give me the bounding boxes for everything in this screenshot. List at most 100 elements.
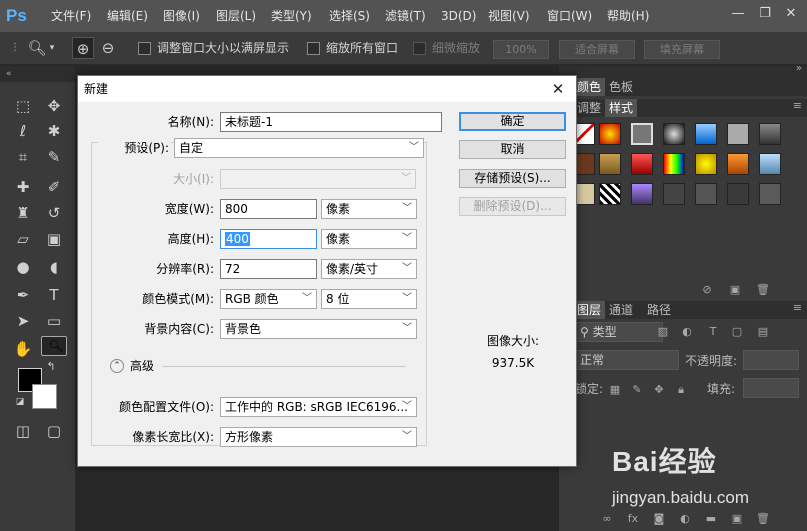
lasso-icon[interactable]: ℓ (10, 118, 36, 144)
rectangle-shape-icon[interactable]: ▭ (41, 308, 67, 334)
tab-swatches[interactable]: 色板 (605, 78, 637, 96)
lock-image-icon[interactable]: ✎ (629, 382, 645, 398)
fill-screen-button[interactable]: 填充屏幕 (644, 40, 720, 59)
dodge-icon[interactable]: ◖ (41, 254, 67, 280)
width-input[interactable]: 800 (220, 199, 317, 219)
style-swatch[interactable] (695, 123, 717, 145)
screen-mode-icon[interactable]: ▢ (41, 418, 67, 444)
filter-shape-icon[interactable]: ▢ (729, 324, 745, 340)
gradient-icon[interactable]: ▣ (41, 226, 67, 252)
new-style-icon[interactable]: ▣ (727, 282, 743, 298)
menu-edit[interactable]: 编辑(E) (107, 0, 148, 32)
path-selection-icon[interactable]: ➤ (10, 308, 36, 334)
size-select[interactable]: ﹀ (220, 169, 416, 189)
style-swatch[interactable] (663, 153, 685, 175)
zoom-tool-preset-icon[interactable]: 🔍︎ (26, 37, 48, 59)
chevron-down-icon[interactable]: ▾ (46, 37, 58, 59)
filter-pixel-icon[interactable]: ▨ (655, 324, 671, 340)
height-unit-select[interactable]: 像素 ﹀ (321, 229, 417, 249)
zoom-out-icon[interactable]: ⊖ (97, 37, 119, 59)
tab-styles[interactable]: 样式 (605, 99, 638, 117)
tab-color[interactable]: 颜色 (573, 78, 606, 96)
style-swatch[interactable] (599, 123, 621, 145)
tab-layers[interactable]: 图层 (573, 301, 606, 319)
zoom-in-icon[interactable]: ⊕ (72, 37, 94, 59)
crop-icon[interactable]: ⌗ (10, 144, 36, 170)
menu-window[interactable]: 窗口(W) (547, 0, 592, 32)
restore-icon[interactable]: ❐ (755, 4, 775, 24)
marquee-icon[interactable]: ⬚ (10, 93, 36, 119)
zoom-all-checkbox[interactable] (307, 42, 320, 55)
style-swatch[interactable] (695, 183, 717, 205)
blend-mode-select[interactable]: 正常 (575, 350, 679, 370)
lock-all-icon[interactable]: 🔒︎ (673, 382, 689, 398)
history-brush-icon[interactable]: ↺ (41, 200, 67, 226)
tab-channels[interactable]: 通道 (605, 301, 637, 319)
layer-filter-select[interactable]: ⚲ 类型 (575, 322, 663, 342)
bit-depth-select[interactable]: 8 位 ﹀ (321, 289, 417, 309)
save-preset-button[interactable]: 存储预设(S)... (459, 169, 566, 188)
style-swatch[interactable] (631, 153, 653, 175)
menu-image[interactable]: 图像(I) (163, 0, 200, 32)
fit-window-checkbox[interactable] (138, 42, 151, 55)
color-mode-select[interactable]: RGB 颜色 ﹀ (220, 289, 317, 309)
panel-menu-icon[interactable]: ≡ (793, 99, 802, 112)
fill-input[interactable] (743, 378, 799, 398)
hand-icon[interactable]: ✋ (10, 336, 36, 362)
minimize-icon[interactable]: — (728, 4, 748, 24)
pen-icon[interactable]: ✒ (10, 282, 36, 308)
preset-select[interactable]: 自定 ﹀ (174, 138, 424, 158)
clear-style-icon[interactable]: ⊘ (699, 282, 715, 298)
stamp-icon[interactable]: ♜ (10, 200, 36, 226)
default-colors-icon[interactable]: ◪ (14, 396, 26, 408)
ok-button[interactable]: 确定 (459, 112, 566, 131)
style-swatch[interactable] (663, 183, 685, 205)
eraser-icon[interactable]: ▱ (10, 226, 36, 252)
style-swatch[interactable] (759, 153, 781, 175)
background-select[interactable]: 背景色 ﹀ (220, 319, 417, 339)
resolution-input[interactable]: 72 (220, 259, 317, 279)
filter-adjustment-icon[interactable]: ◐ (679, 324, 695, 340)
width-unit-select[interactable]: 像素 ﹀ (321, 199, 417, 219)
menu-select[interactable]: 选择(S) (329, 0, 370, 32)
style-swatch[interactable] (727, 183, 749, 205)
style-swatch[interactable] (631, 183, 653, 205)
delete-style-icon[interactable]: 🗑︎ (755, 282, 771, 298)
dialog-close-icon[interactable]: ✕ (548, 78, 568, 98)
filter-type-icon[interactable]: T (705, 324, 721, 340)
style-swatch[interactable] (759, 123, 781, 145)
healing-icon[interactable]: ✚ (10, 174, 36, 200)
swap-colors-icon[interactable]: ↰ (44, 360, 58, 374)
delete-preset-button[interactable]: 删除预设(D)... (459, 197, 566, 216)
name-input[interactable]: 未标题-1 (220, 112, 442, 132)
blur-icon[interactable]: ● (10, 254, 36, 280)
opacity-input[interactable] (743, 350, 799, 370)
tab-paths[interactable]: 路径 (643, 301, 675, 319)
menu-view[interactable]: 视图(V) (488, 0, 530, 32)
quick-mask-icon[interactable]: ◫ (10, 418, 36, 444)
menu-help[interactable]: 帮助(H) (607, 0, 649, 32)
tools-panel-header[interactable]: « (0, 66, 75, 82)
magic-wand-icon[interactable]: ✱ (41, 118, 67, 144)
menu-file[interactable]: 文件(F) (51, 0, 91, 32)
menu-3d[interactable]: 3D(D) (441, 0, 476, 32)
panel-menu-icon[interactable]: ≡ (793, 301, 802, 314)
move-icon[interactable]: ✥ (41, 93, 67, 119)
lock-transparent-icon[interactable]: ▦ (607, 382, 623, 398)
panel-header[interactable]: » (559, 63, 807, 78)
menu-type[interactable]: 类型(Y) (271, 0, 312, 32)
style-swatch[interactable] (631, 123, 653, 145)
style-swatch[interactable] (599, 183, 621, 205)
style-swatch[interactable] (663, 123, 685, 145)
brush-icon[interactable]: ✐ (41, 174, 67, 200)
zoom-tool-icon[interactable]: 🔍︎ (41, 336, 67, 356)
close-icon[interactable]: ✕ (781, 4, 801, 24)
style-swatch[interactable] (695, 153, 717, 175)
color-profile-select[interactable]: 工作中的 RGB: sRGB IEC6196... ﹀ (220, 397, 417, 417)
advanced-toggle-icon[interactable]: ⌃ (110, 359, 124, 373)
lock-position-icon[interactable]: ✥ (651, 382, 667, 398)
fit-screen-button[interactable]: 适合屏幕 (559, 40, 635, 59)
resolution-unit-select[interactable]: 像素/英寸 ﹀ (321, 259, 417, 279)
menu-layer[interactable]: 图层(L) (216, 0, 256, 32)
eyedropper-icon[interactable]: ✎ (41, 144, 67, 170)
